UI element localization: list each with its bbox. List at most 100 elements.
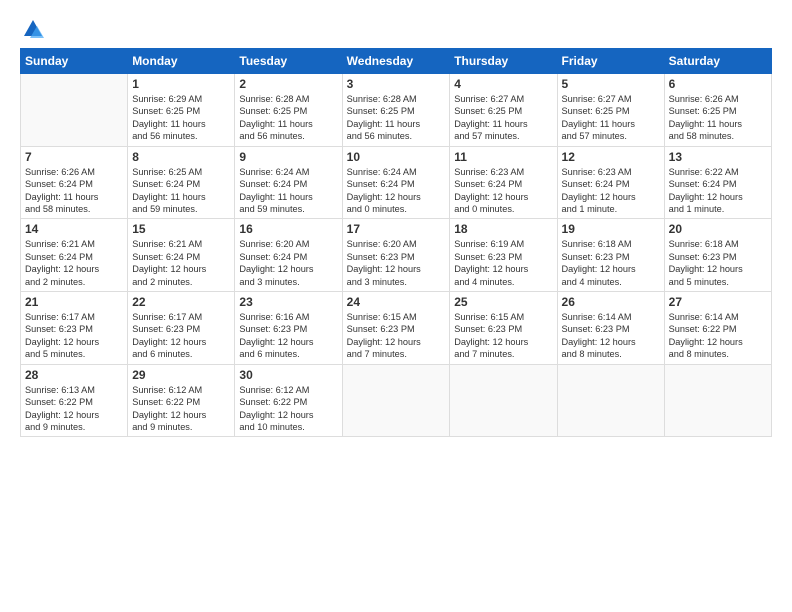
day-number: 22: [132, 295, 230, 309]
day-number: 17: [347, 222, 446, 236]
day-info: Sunrise: 6:15 AM Sunset: 6:23 PM Dayligh…: [454, 311, 552, 361]
day-info: Sunrise: 6:21 AM Sunset: 6:24 PM Dayligh…: [132, 238, 230, 288]
header-wednesday: Wednesday: [342, 49, 450, 74]
day-info: Sunrise: 6:23 AM Sunset: 6:24 PM Dayligh…: [454, 166, 552, 216]
day-info: Sunrise: 6:17 AM Sunset: 6:23 PM Dayligh…: [132, 311, 230, 361]
day-cell: 2 Sunrise: 6:28 AM Sunset: 6:25 PM Daylig…: [235, 74, 342, 147]
day-cell: 3 Sunrise: 6:28 AM Sunset: 6:25 PM Daylig…: [342, 74, 450, 147]
day-cell: 26 Sunrise: 6:14 AM Sunset: 6:23 PM Dayli…: [557, 292, 664, 365]
day-number: 23: [239, 295, 337, 309]
day-cell: 8Sunrise: 6:25 AM Sunset: 6:24 PM Daylig…: [128, 146, 235, 219]
day-cell: 7 Sunrise: 6:26 AM Sunset: 6:24 PM Daylig…: [21, 146, 128, 219]
day-cell: [21, 74, 128, 147]
day-number: 3: [347, 77, 446, 91]
day-cell: 23 Sunrise: 6:16 AM Sunset: 6:23 PM Dayli…: [235, 292, 342, 365]
day-info: Sunrise: 6:25 AM Sunset: 6:24 PM Dayligh…: [132, 166, 230, 216]
calendar-header-row: SundayMondayTuesdayWednesdayThursdayFrid…: [21, 49, 772, 74]
day-cell: 21 Sunrise: 6:17 AM Sunset: 6:23 PM Dayli…: [21, 292, 128, 365]
day-cell: 28 Sunrise: 6:13 AM Sunset: 6:22 PM Dayli…: [21, 364, 128, 437]
day-cell: [450, 364, 557, 437]
day-cell: [342, 364, 450, 437]
day-number: 24: [347, 295, 446, 309]
day-info: Sunrise: 6:23 AM Sunset: 6:24 PM Dayligh…: [562, 166, 660, 216]
week-row-4: 21 Sunrise: 6:17 AM Sunset: 6:23 PM Dayli…: [21, 292, 772, 365]
header-saturday: Saturday: [664, 49, 771, 74]
day-cell: 4Sunrise: 6:27 AM Sunset: 6:25 PM Daylig…: [450, 74, 557, 147]
day-info: Sunrise: 6:14 AM Sunset: 6:22 PM Dayligh…: [669, 311, 767, 361]
header-sunday: Sunday: [21, 49, 128, 74]
day-number: 26: [562, 295, 660, 309]
day-cell: 30 Sunrise: 6:12 AM Sunset: 6:22 PM Dayli…: [235, 364, 342, 437]
day-cell: 24 Sunrise: 6:15 AM Sunset: 6:23 PM Dayli…: [342, 292, 450, 365]
day-number: 15: [132, 222, 230, 236]
day-cell: 20 Sunrise: 6:18 AM Sunset: 6:23 PM Dayli…: [664, 219, 771, 292]
day-cell: 9 Sunrise: 6:24 AM Sunset: 6:24 PM Daylig…: [235, 146, 342, 219]
day-cell: 6 Sunrise: 6:26 AM Sunset: 6:25 PM Daylig…: [664, 74, 771, 147]
page: SundayMondayTuesdayWednesdayThursdayFrid…: [0, 0, 792, 612]
day-info: Sunrise: 6:18 AM Sunset: 6:23 PM Dayligh…: [669, 238, 767, 288]
calendar: SundayMondayTuesdayWednesdayThursdayFrid…: [20, 48, 772, 437]
day-info: Sunrise: 6:14 AM Sunset: 6:23 PM Dayligh…: [562, 311, 660, 361]
day-info: Sunrise: 6:20 AM Sunset: 6:23 PM Dayligh…: [347, 238, 446, 288]
day-cell: 18 Sunrise: 6:19 AM Sunset: 6:23 PM Dayli…: [450, 219, 557, 292]
day-info: Sunrise: 6:15 AM Sunset: 6:23 PM Dayligh…: [347, 311, 446, 361]
day-cell: 11Sunrise: 6:23 AM Sunset: 6:24 PM Dayli…: [450, 146, 557, 219]
day-cell: 17 Sunrise: 6:20 AM Sunset: 6:23 PM Dayli…: [342, 219, 450, 292]
week-row-1: 1Sunrise: 6:29 AM Sunset: 6:25 PM Daylig…: [21, 74, 772, 147]
day-number: 12: [562, 150, 660, 164]
day-info: Sunrise: 6:28 AM Sunset: 6:25 PM Dayligh…: [239, 93, 337, 143]
day-info: Sunrise: 6:28 AM Sunset: 6:25 PM Dayligh…: [347, 93, 446, 143]
day-info: Sunrise: 6:26 AM Sunset: 6:24 PM Dayligh…: [25, 166, 123, 216]
day-cell: [664, 364, 771, 437]
day-number: 18: [454, 222, 552, 236]
week-row-3: 14 Sunrise: 6:21 AM Sunset: 6:24 PM Dayli…: [21, 219, 772, 292]
day-cell: 14 Sunrise: 6:21 AM Sunset: 6:24 PM Dayli…: [21, 219, 128, 292]
day-info: Sunrise: 6:13 AM Sunset: 6:22 PM Dayligh…: [25, 384, 123, 434]
day-number: 13: [669, 150, 767, 164]
day-number: 16: [239, 222, 337, 236]
day-info: Sunrise: 6:17 AM Sunset: 6:23 PM Dayligh…: [25, 311, 123, 361]
day-info: Sunrise: 6:12 AM Sunset: 6:22 PM Dayligh…: [239, 384, 337, 434]
day-info: Sunrise: 6:26 AM Sunset: 6:25 PM Dayligh…: [669, 93, 767, 143]
day-cell: 12 Sunrise: 6:23 AM Sunset: 6:24 PM Dayli…: [557, 146, 664, 219]
day-cell: 25 Sunrise: 6:15 AM Sunset: 6:23 PM Dayli…: [450, 292, 557, 365]
day-info: Sunrise: 6:22 AM Sunset: 6:24 PM Dayligh…: [669, 166, 767, 216]
logo-icon: [22, 18, 44, 40]
day-info: Sunrise: 6:24 AM Sunset: 6:24 PM Dayligh…: [239, 166, 337, 216]
day-cell: 5 Sunrise: 6:27 AM Sunset: 6:25 PM Daylig…: [557, 74, 664, 147]
header-thursday: Thursday: [450, 49, 557, 74]
day-number: 28: [25, 368, 123, 382]
day-info: Sunrise: 6:20 AM Sunset: 6:24 PM Dayligh…: [239, 238, 337, 288]
header: [20, 18, 772, 40]
day-number: 9: [239, 150, 337, 164]
day-info: Sunrise: 6:16 AM Sunset: 6:23 PM Dayligh…: [239, 311, 337, 361]
logo: [20, 18, 44, 40]
day-number: 21: [25, 295, 123, 309]
day-number: 27: [669, 295, 767, 309]
day-info: Sunrise: 6:21 AM Sunset: 6:24 PM Dayligh…: [25, 238, 123, 288]
day-cell: 27 Sunrise: 6:14 AM Sunset: 6:22 PM Dayli…: [664, 292, 771, 365]
day-cell: 13 Sunrise: 6:22 AM Sunset: 6:24 PM Dayli…: [664, 146, 771, 219]
header-friday: Friday: [557, 49, 664, 74]
day-number: 6: [669, 77, 767, 91]
day-cell: 22 Sunrise: 6:17 AM Sunset: 6:23 PM Dayli…: [128, 292, 235, 365]
day-cell: 15 Sunrise: 6:21 AM Sunset: 6:24 PM Dayli…: [128, 219, 235, 292]
day-number: 29: [132, 368, 230, 382]
day-info: Sunrise: 6:27 AM Sunset: 6:25 PM Dayligh…: [562, 93, 660, 143]
day-info: Sunrise: 6:19 AM Sunset: 6:23 PM Dayligh…: [454, 238, 552, 288]
day-info: Sunrise: 6:27 AM Sunset: 6:25 PM Dayligh…: [454, 93, 552, 143]
day-info: Sunrise: 6:12 AM Sunset: 6:22 PM Dayligh…: [132, 384, 230, 434]
day-number: 25: [454, 295, 552, 309]
day-cell: 1Sunrise: 6:29 AM Sunset: 6:25 PM Daylig…: [128, 74, 235, 147]
day-cell: 16 Sunrise: 6:20 AM Sunset: 6:24 PM Dayli…: [235, 219, 342, 292]
day-info: Sunrise: 6:18 AM Sunset: 6:23 PM Dayligh…: [562, 238, 660, 288]
day-number: 14: [25, 222, 123, 236]
day-info: Sunrise: 6:29 AM Sunset: 6:25 PM Dayligh…: [132, 93, 230, 143]
day-number: 2: [239, 77, 337, 91]
day-number: 30: [239, 368, 337, 382]
day-number: 20: [669, 222, 767, 236]
day-cell: 19Sunrise: 6:18 AM Sunset: 6:23 PM Dayli…: [557, 219, 664, 292]
day-info: Sunrise: 6:24 AM Sunset: 6:24 PM Dayligh…: [347, 166, 446, 216]
day-number: 7: [25, 150, 123, 164]
day-number: 5: [562, 77, 660, 91]
